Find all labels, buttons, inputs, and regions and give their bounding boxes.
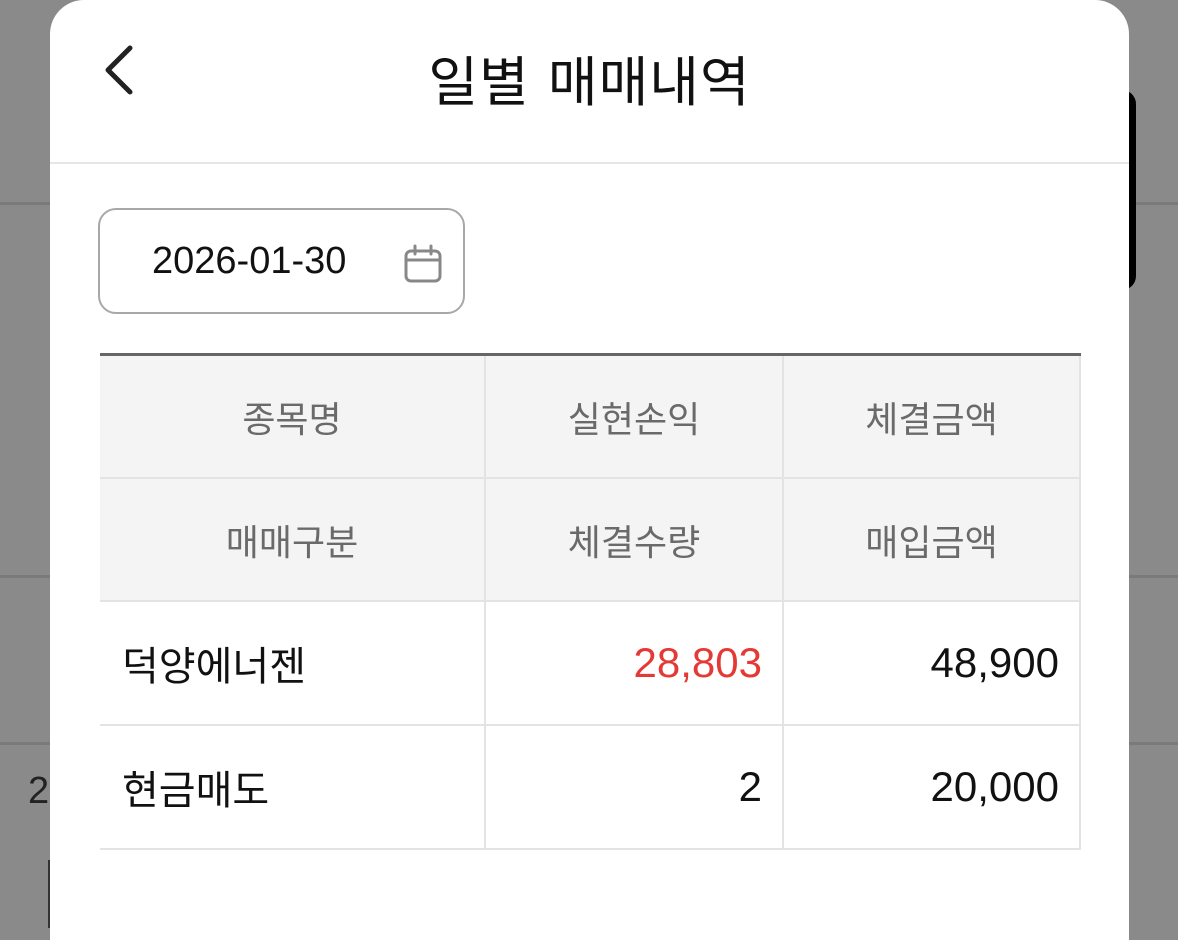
daily-trade-history-modal: 일별 매매내역 2026-01-30 종목명 실현손익 체결금액 매매구분 체결…: [50, 0, 1129, 940]
header-stock-name: 종목명: [100, 356, 486, 479]
header-exec-qty: 체결수량: [486, 479, 784, 602]
header-trade-type: 매매구분: [100, 479, 486, 602]
date-value: 2026-01-30: [152, 239, 347, 282]
stock-name: 덕양에너젠: [100, 602, 486, 726]
trade-type: 현금매도: [100, 726, 486, 850]
table-header-row: 매매구분 체결수량 매입금액: [100, 479, 1081, 602]
exec-qty: 2: [486, 726, 784, 850]
exec-amount: 48,900: [784, 602, 1081, 726]
table-row[interactable]: 현금매도 2 20,000: [100, 726, 1081, 850]
bg-partial-text: 2: [28, 770, 50, 812]
realized-pnl: 28,803: [486, 602, 784, 726]
header-exec-amount: 체결금액: [784, 356, 1081, 479]
modal-header: 일별 매매내역: [50, 0, 1129, 164]
purchase-amount: 20,000: [784, 726, 1081, 850]
trade-table: 종목명 실현손익 체결금액 매매구분 체결수량 매입금액 덕양에너젠 28,80…: [100, 353, 1081, 850]
header-purchase-amount: 매입금액: [784, 479, 1081, 602]
table-header-row: 종목명 실현손익 체결금액: [100, 356, 1081, 479]
calendar-icon: [404, 244, 442, 283]
date-picker[interactable]: 2026-01-30: [98, 208, 465, 314]
page-title: 일별 매매내역: [428, 51, 751, 114]
table-row[interactable]: 덕양에너젠 28,803 48,900: [100, 602, 1081, 726]
header-realized-pnl: 실현손익: [486, 356, 784, 479]
